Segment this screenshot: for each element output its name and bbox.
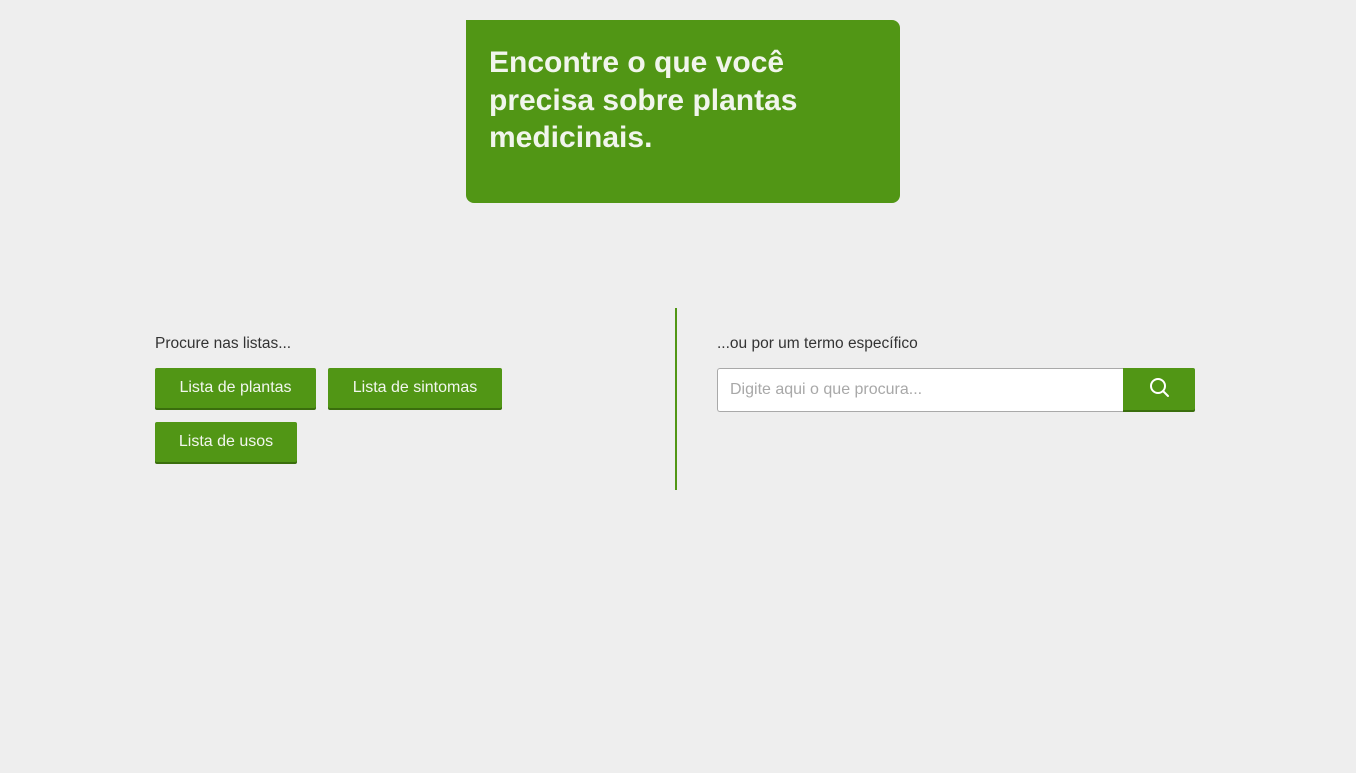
- hero-title: Encontre o que você precisa sobre planta…: [489, 46, 798, 154]
- search-label: ...ou por um termo específico: [717, 335, 918, 352]
- search-bar: [717, 368, 1195, 412]
- search-button[interactable]: [1123, 368, 1195, 410]
- plants-list-button[interactable]: Lista de plantas: [155, 368, 316, 408]
- search-icon: [1148, 376, 1170, 403]
- lists-label: Procure nas listas...: [155, 335, 292, 352]
- section-divider: [675, 308, 677, 490]
- hero-banner: Encontre o que você precisa sobre planta…: [466, 20, 900, 203]
- search-input[interactable]: [717, 368, 1124, 412]
- symptoms-list-button[interactable]: Lista de sintomas: [328, 368, 502, 408]
- uses-list-button[interactable]: Lista de usos: [155, 422, 297, 462]
